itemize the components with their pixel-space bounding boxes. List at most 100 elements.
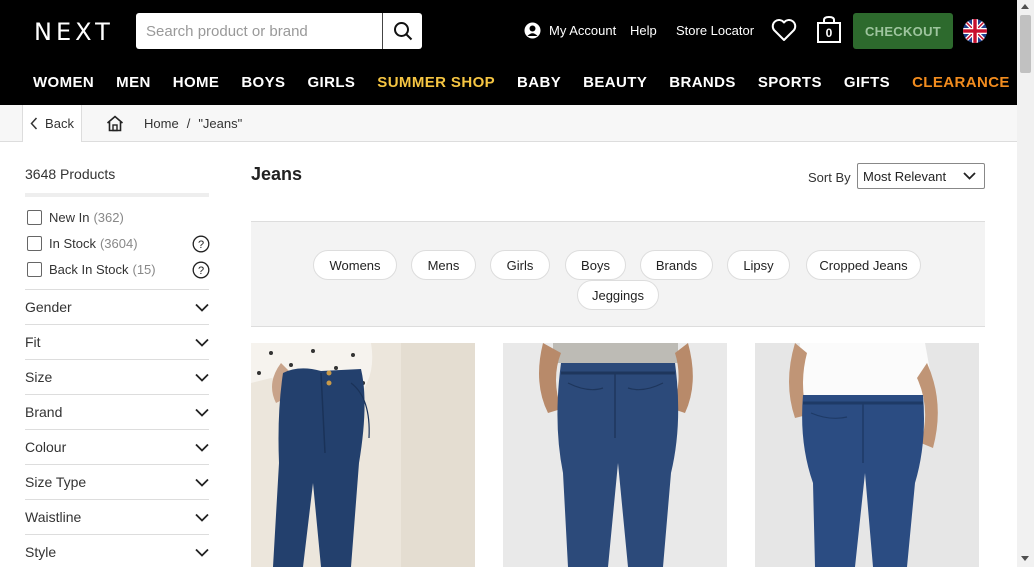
search-box bbox=[136, 13, 422, 49]
heart-icon bbox=[771, 19, 797, 41]
page: NEXT My Account Help Store Locator bbox=[0, 0, 1034, 567]
uk-flag-icon bbox=[963, 19, 987, 43]
nav-home[interactable]: HOME bbox=[162, 74, 231, 91]
product-card[interactable] bbox=[755, 343, 979, 567]
filter-size-type[interactable]: Size Type bbox=[25, 464, 209, 499]
back-button[interactable]: Back bbox=[22, 105, 82, 142]
chevron-down-icon bbox=[195, 408, 209, 417]
product-card[interactable] bbox=[251, 343, 475, 567]
chevron-down-icon bbox=[195, 338, 209, 347]
nav-women[interactable]: WOMEN bbox=[22, 74, 105, 91]
main-nav: WOMEN MEN HOME BOYS GIRLS SUMMER SHOP BA… bbox=[22, 74, 1021, 91]
account-icon bbox=[524, 22, 541, 39]
svg-text:?: ? bbox=[198, 239, 204, 251]
chevron-down-icon bbox=[963, 172, 976, 180]
filter-label: Waistline bbox=[25, 509, 82, 525]
nav-clearance[interactable]: CLEARANCE bbox=[901, 74, 1021, 91]
favourites-button[interactable] bbox=[771, 18, 797, 47]
breadcrumb-bar: Back Home / "Jeans" bbox=[0, 105, 1017, 142]
nav-sports[interactable]: SPORTS bbox=[747, 74, 833, 91]
nav-boys[interactable]: BOYS bbox=[230, 74, 296, 91]
nav-men[interactable]: MEN bbox=[105, 74, 162, 91]
filter-waistline[interactable]: Waistline bbox=[25, 499, 209, 534]
search-input[interactable] bbox=[136, 13, 382, 49]
filter-gender[interactable]: Gender bbox=[25, 289, 209, 324]
filter-label: Size Type bbox=[25, 474, 87, 490]
chip-brands[interactable]: Brands bbox=[640, 250, 713, 280]
next-logo[interactable]: NEXT bbox=[34, 18, 114, 46]
breadcrumb: Home / "Jeans" bbox=[106, 115, 242, 132]
chevron-down-icon bbox=[195, 303, 209, 312]
chip-boys[interactable]: Boys bbox=[565, 250, 626, 280]
filter-label: Style bbox=[25, 544, 57, 560]
home-icon[interactable] bbox=[106, 115, 124, 132]
filter-label: Fit bbox=[25, 334, 41, 350]
nav-brands[interactable]: BRANDS bbox=[658, 74, 747, 91]
chevron-down-icon bbox=[195, 373, 209, 382]
chip-mens[interactable]: Mens bbox=[411, 250, 476, 280]
help-link[interactable]: Help bbox=[630, 23, 657, 38]
nav-girls[interactable]: GIRLS bbox=[296, 74, 366, 91]
scroll-up-arrow[interactable] bbox=[1021, 4, 1029, 9]
filter-back-in-stock[interactable]: Back In Stock (15) bbox=[27, 262, 156, 277]
product-image bbox=[503, 343, 727, 567]
my-account-link[interactable]: My Account bbox=[524, 22, 616, 39]
product-count: 3648 Products bbox=[25, 166, 116, 182]
chip-jeggings[interactable]: Jeggings bbox=[577, 280, 659, 310]
sort-label: Sort By bbox=[808, 170, 851, 185]
chip-lipsy[interactable]: Lipsy bbox=[727, 250, 790, 280]
breadcrumb-current: "Jeans" bbox=[198, 116, 243, 131]
vertical-scrollbar[interactable] bbox=[1017, 0, 1034, 567]
filter-label: Colour bbox=[25, 439, 67, 455]
chip-cropped-jeans[interactable]: Cropped Jeans bbox=[806, 250, 921, 280]
breadcrumb-home[interactable]: Home bbox=[144, 116, 179, 131]
in-stock-count: (3604) bbox=[99, 236, 138, 251]
back-in-stock-checkbox[interactable] bbox=[27, 262, 42, 277]
back-in-stock-help-icon[interactable]: ? bbox=[192, 261, 210, 279]
bag-button[interactable]: 0 bbox=[816, 15, 842, 49]
sort-value: Most Relevant bbox=[863, 168, 947, 184]
filter-label: Brand bbox=[25, 404, 63, 420]
chip-girls[interactable]: Girls bbox=[490, 250, 550, 280]
filter-label: Gender bbox=[25, 299, 72, 315]
scroll-thumb[interactable] bbox=[1020, 15, 1031, 73]
chevron-down-icon bbox=[195, 443, 209, 452]
bag-count: 0 bbox=[825, 26, 833, 40]
in-stock-label: In Stock bbox=[49, 236, 96, 251]
filter-size[interactable]: Size bbox=[25, 359, 209, 394]
search-icon bbox=[393, 22, 412, 41]
chevron-down-icon bbox=[195, 548, 209, 557]
country-selector[interactable] bbox=[963, 19, 987, 48]
filter-new-in[interactable]: New In (362) bbox=[27, 210, 124, 225]
store-locator-link[interactable]: Store Locator bbox=[676, 23, 754, 38]
in-stock-help-icon[interactable]: ? bbox=[192, 235, 210, 253]
back-in-stock-count: (15) bbox=[132, 262, 156, 277]
nav-baby[interactable]: BABY bbox=[506, 74, 572, 91]
product-image bbox=[755, 343, 979, 567]
header: NEXT My Account Help Store Locator bbox=[0, 0, 1017, 105]
filter-in-stock[interactable]: In Stock (3604) bbox=[27, 236, 138, 251]
breadcrumb-separator: / bbox=[186, 116, 191, 131]
filter-style[interactable]: Style bbox=[25, 534, 209, 567]
scroll-down-arrow[interactable] bbox=[1021, 556, 1029, 561]
filter-label: Size bbox=[25, 369, 53, 385]
chevron-down-icon bbox=[195, 513, 209, 522]
product-card[interactable] bbox=[503, 343, 727, 567]
new-in-label: New In bbox=[49, 210, 90, 225]
filter-fit[interactable]: Fit bbox=[25, 324, 209, 359]
new-in-checkbox[interactable] bbox=[27, 210, 42, 225]
chip-womens[interactable]: Womens bbox=[313, 250, 397, 280]
in-stock-checkbox[interactable] bbox=[27, 236, 42, 251]
my-account-label: My Account bbox=[549, 23, 617, 38]
nav-beauty[interactable]: BEAUTY bbox=[572, 74, 658, 91]
product-image bbox=[251, 343, 475, 567]
nav-gifts[interactable]: GIFTS bbox=[833, 74, 901, 91]
filter-colour[interactable]: Colour bbox=[25, 429, 209, 464]
sort-select[interactable]: Most Relevant bbox=[857, 163, 985, 189]
filter-brand[interactable]: Brand bbox=[25, 394, 209, 429]
search-button[interactable] bbox=[382, 13, 422, 49]
checkout-button[interactable]: CHECKOUT bbox=[853, 13, 953, 49]
nav-summer-shop[interactable]: SUMMER SHOP bbox=[366, 74, 506, 91]
new-in-count: (362) bbox=[93, 210, 124, 225]
svg-text:?: ? bbox=[198, 265, 204, 277]
